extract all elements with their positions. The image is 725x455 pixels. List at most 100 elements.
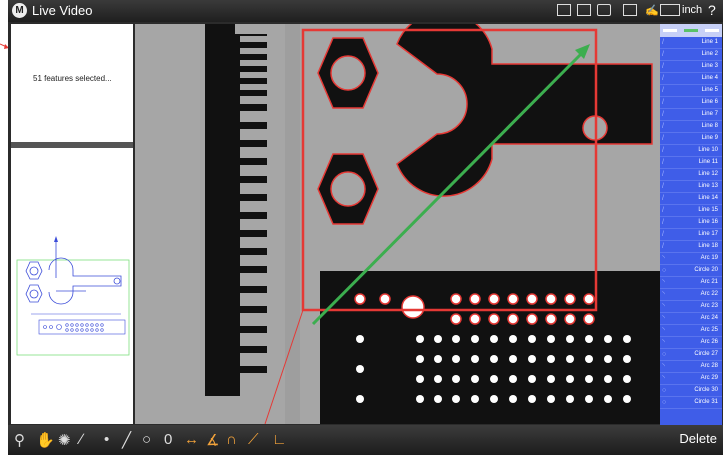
camera-icon[interactable] <box>577 4 591 16</box>
angle-tool-icon[interactable]: ∡ <box>206 431 219 449</box>
circle-feature-icon: ○ <box>662 351 667 358</box>
feature-label: Line 12 <box>698 171 718 177</box>
feature-list[interactable]: / Line 1 / Line 2 / Line 3 / Line 4 / Line 5 / Line… <box>660 37 722 409</box>
feature-list-item[interactable]: ○ Circle 31 <box>660 397 722 409</box>
feature-list-item[interactable]: ◝ Arc 26 <box>660 337 722 349</box>
feature-label: Circle 27 <box>694 351 718 357</box>
feature-list-item[interactable]: / Line 7 <box>660 109 722 121</box>
app-window: M Live Video ✍ inch ? 51 features select… <box>8 0 723 455</box>
line-feature-icon: / <box>662 243 664 250</box>
feature-list-item[interactable]: / Line 13 <box>660 181 722 193</box>
feature-label: Circle 31 <box>694 399 718 405</box>
feature-label: Line 18 <box>698 243 718 249</box>
feature-label: Arc 21 <box>700 279 718 285</box>
feature-label: Arc 28 <box>700 363 718 369</box>
distance-tool-icon[interactable]: ↔ <box>184 431 199 448</box>
feature-list-item[interactable]: / Line 16 <box>660 217 722 229</box>
feature-list-item[interactable]: / Line 9 <box>660 133 722 145</box>
feature-list-item[interactable]: ◝ Arc 25 <box>660 325 722 337</box>
window-title: Live Video <box>32 3 93 18</box>
feature-label: Line 10 <box>698 147 718 153</box>
feature-label: Line 11 <box>698 159 718 165</box>
unit-selector[interactable]: inch <box>682 4 702 16</box>
datum-tool-icon[interactable]: ∟ <box>272 431 287 448</box>
feature-list-item[interactable]: ○ Circle 30 <box>660 385 722 397</box>
line-feature-icon: / <box>662 183 664 190</box>
home-icon[interactable] <box>557 4 571 16</box>
crosshair-icon[interactable] <box>597 4 611 16</box>
ruler-icon[interactable] <box>660 4 680 16</box>
feature-list-item[interactable]: / Line 14 <box>660 193 722 205</box>
arc-tool-icon[interactable]: ∩ <box>226 431 237 448</box>
left-pane: 51 features selected... <box>11 24 133 424</box>
feature-list-item[interactable]: / Line 11 <box>660 157 722 169</box>
hand-icon[interactable]: ✋ <box>36 431 55 449</box>
feature-list-item[interactable]: / Line 18 <box>660 241 722 253</box>
line-feature-icon: / <box>662 51 664 58</box>
feature-list-item[interactable]: / Line 2 <box>660 49 722 61</box>
circle-feature-icon: ○ <box>662 399 667 406</box>
grid-icon[interactable] <box>623 4 637 16</box>
feature-list-item[interactable]: ◝ Arc 28 <box>660 361 722 373</box>
feature-list-item[interactable]: / Line 10 <box>660 145 722 157</box>
arc-feature-icon: ◝ <box>662 315 665 322</box>
app-logo: M <box>12 3 27 18</box>
edge-tool-icon[interactable]: ∕ <box>80 431 83 448</box>
feature-list-item[interactable]: / Line 8 <box>660 121 722 133</box>
feature-list-item[interactable]: / Line 6 <box>660 97 722 109</box>
line-feature-icon: / <box>662 63 664 70</box>
line-feature-icon: / <box>662 195 664 202</box>
feature-label: Arc 22 <box>700 291 718 297</box>
part-overview-panel[interactable] <box>11 148 133 424</box>
arc-feature-icon: ◝ <box>662 291 665 298</box>
feature-label: Arc 24 <box>700 315 718 321</box>
slot-tool-icon[interactable]: 0 <box>164 431 172 448</box>
pen-icon[interactable]: ✍ <box>645 4 659 17</box>
feature-list-item[interactable]: / Line 4 <box>660 73 722 85</box>
feature-label: Arc 19 <box>700 255 718 261</box>
line-feature-icon: / <box>662 87 664 94</box>
feature-list-item[interactable]: ○ Circle 20 <box>660 265 722 277</box>
feature-label: Arc 23 <box>700 303 718 309</box>
help-button[interactable]: ? <box>708 2 716 18</box>
feature-list-item[interactable]: / Line 15 <box>660 205 722 217</box>
feature-list-item[interactable]: ◝ Arc 23 <box>660 301 722 313</box>
feature-label: Circle 20 <box>694 267 718 273</box>
feature-label: Line 6 <box>701 99 718 105</box>
feature-list-item[interactable]: / Line 17 <box>660 229 722 241</box>
feature-label: Line 9 <box>701 135 718 141</box>
feature-list-item[interactable]: ○ Circle 27 <box>660 349 722 361</box>
feature-label: Line 13 <box>698 183 718 189</box>
delete-button[interactable]: Delete <box>679 431 717 446</box>
line-tool-icon[interactable]: ╱ <box>122 431 131 449</box>
feature-list-item[interactable]: / Line 3 <box>660 61 722 73</box>
probe-icon[interactable]: ⚲ <box>14 431 25 449</box>
point-tool-icon[interactable]: • <box>104 431 109 448</box>
line-feature-icon: / <box>662 39 664 46</box>
feature-list-header[interactable] <box>660 24 722 37</box>
construct-tool-icon[interactable]: ⟋ <box>248 431 259 448</box>
live-video-view[interactable] <box>135 24 660 424</box>
feature-label: Line 3 <box>701 63 718 69</box>
line-feature-icon: / <box>662 171 664 178</box>
arc-feature-icon: ◝ <box>662 375 665 382</box>
feature-list-item[interactable]: / Line 5 <box>660 85 722 97</box>
feature-list-item[interactable]: ◝ Arc 22 <box>660 289 722 301</box>
line-feature-icon: / <box>662 135 664 142</box>
light-icon[interactable]: ✺ <box>58 431 71 449</box>
video-image[interactable] <box>135 24 660 424</box>
line-feature-icon: / <box>662 147 664 154</box>
selection-status: 51 features selected... <box>33 74 112 83</box>
circle-feature-icon: ○ <box>662 267 667 274</box>
feature-list-panel[interactable]: / Line 1 / Line 2 / Line 3 / Line 4 / Line 5 / Line… <box>660 24 722 455</box>
circle-tool-icon[interactable]: ○ <box>142 431 151 448</box>
feature-label: Line 5 <box>701 87 718 93</box>
feature-list-item[interactable]: ◝ Arc 21 <box>660 277 722 289</box>
feature-list-item[interactable]: ◝ Arc 19 <box>660 253 722 265</box>
feature-list-item[interactable]: ◝ Arc 24 <box>660 313 722 325</box>
feature-list-item[interactable]: ◝ Arc 29 <box>660 373 722 385</box>
feature-label: Circle 30 <box>694 387 718 393</box>
feature-list-item[interactable]: / Line 12 <box>660 169 722 181</box>
part-overview-drawing[interactable] <box>11 148 133 424</box>
feature-list-item[interactable]: / Line 1 <box>660 37 722 49</box>
